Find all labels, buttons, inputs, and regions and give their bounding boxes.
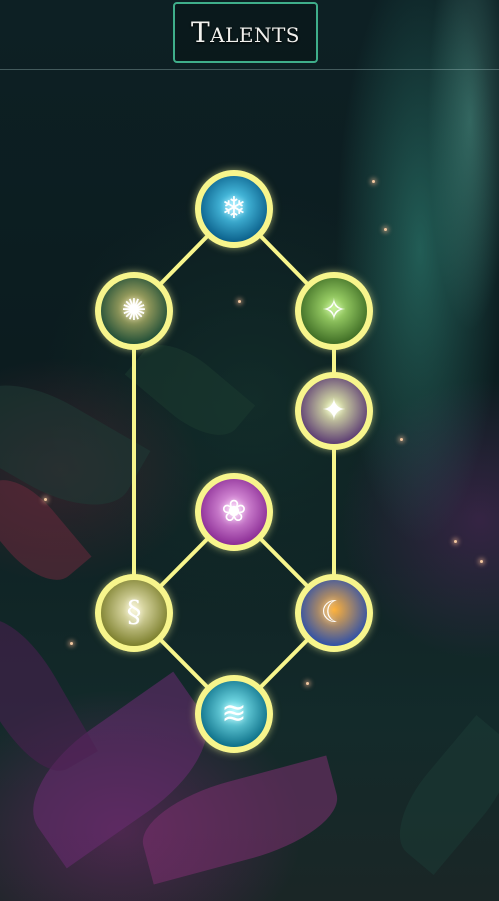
mandala-icon: ✺ [121,293,147,328]
talent-node-waterfall[interactable]: ≋ [195,675,273,753]
dancer-glow-icon: ✦ [321,393,347,428]
sun-moon-icon: ☾ [320,595,348,630]
talent-node-lotus[interactable]: ❀ [195,473,273,551]
snowflake-icon: ❄ [221,191,247,226]
talent-node-light-dancer[interactable]: ✦ [295,372,373,450]
talent-node-frost[interactable]: ❄ [195,170,273,248]
talent-node-sun-moon[interactable]: ☾ [295,574,373,652]
waterfall-icon: ≋ [221,696,247,731]
lotus-icon: ❀ [221,494,247,529]
dancer-icon: ✧ [321,293,347,328]
talent-node-mandala[interactable]: ✺ [95,272,173,350]
talent-tree-connectors [132,207,336,716]
talent-node-forest-dancer[interactable]: ✧ [295,272,373,350]
serpent-icon: § [126,595,142,630]
talent-node-serpent[interactable]: § [95,574,173,652]
